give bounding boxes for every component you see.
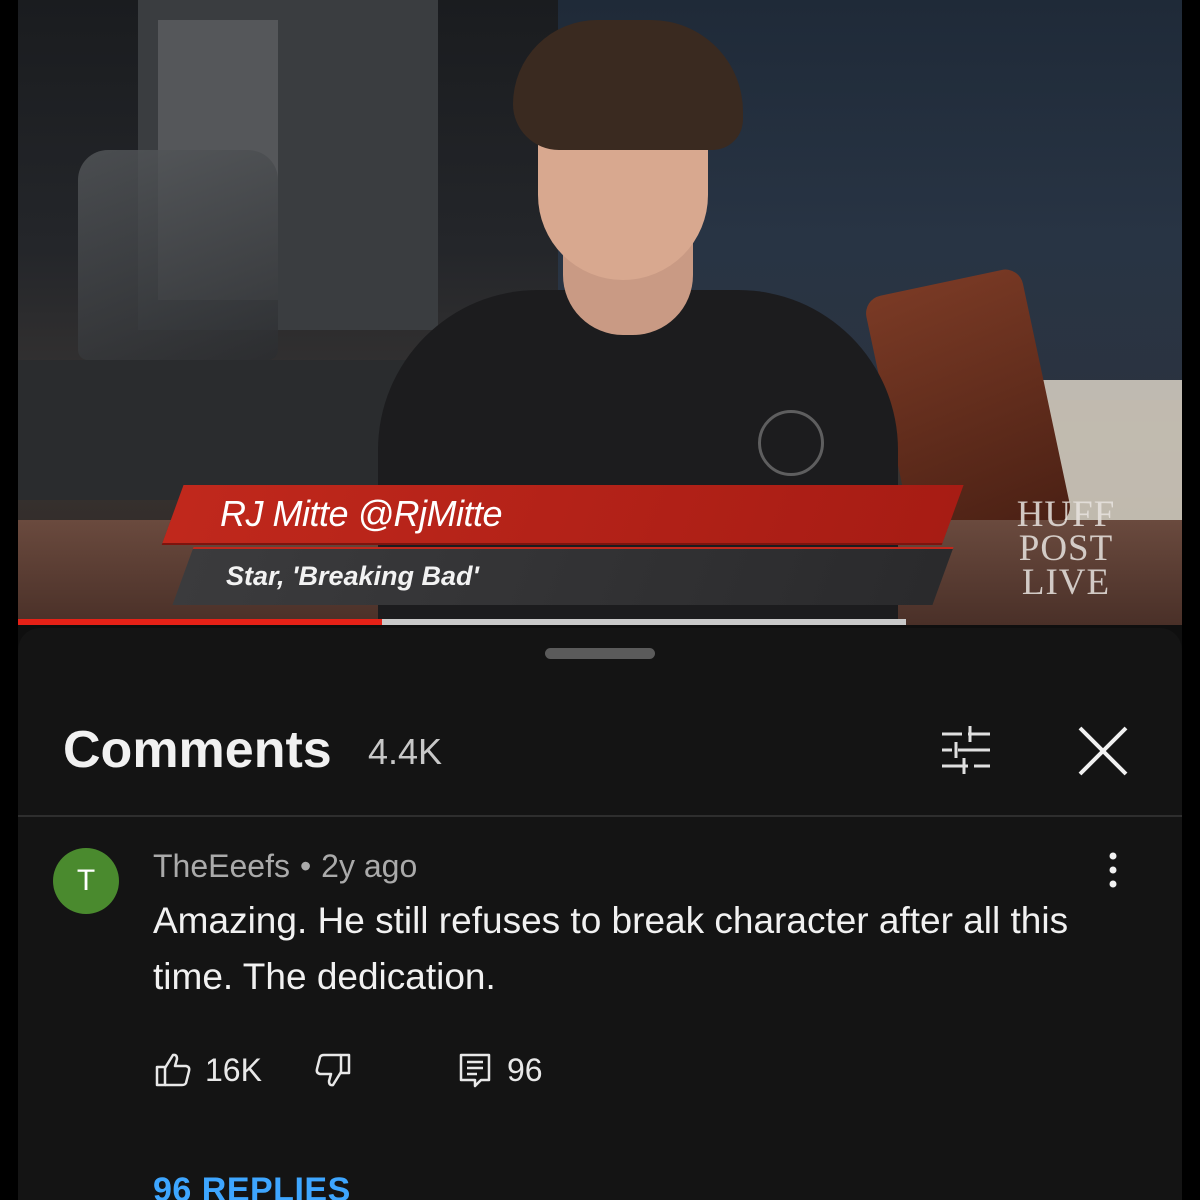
comment-meta: TheEeefs • 2y ago bbox=[153, 846, 417, 886]
thumbs-up-icon bbox=[155, 1053, 191, 1087]
comments-panel: Comments 4.4K T TheEeefs • 2y ago Amazin… bbox=[18, 628, 1182, 1200]
filter-sliders-icon[interactable] bbox=[936, 720, 996, 780]
view-replies-link[interactable]: 96 REPLIES bbox=[153, 1168, 351, 1200]
like-button[interactable]: 16K bbox=[153, 1048, 262, 1092]
video-progress-bar[interactable] bbox=[18, 619, 906, 625]
close-icon[interactable] bbox=[1068, 716, 1138, 786]
video-player[interactable]: RJ Mitte @RjMitte Star, 'Breaking Bad' H… bbox=[18, 0, 1182, 625]
background-office-chair bbox=[78, 150, 278, 360]
lower-third-subtitle: Star, 'Breaking Bad' bbox=[226, 561, 479, 591]
comment-author[interactable]: TheEeefs bbox=[153, 848, 290, 884]
reply-count: 96 bbox=[507, 1051, 543, 1088]
shirt-logo bbox=[758, 410, 824, 476]
network-logo: HUFF POST LIVE bbox=[1006, 494, 1126, 603]
avatar[interactable]: T bbox=[53, 848, 119, 914]
comments-count: 4.4K bbox=[368, 731, 443, 772]
reply-comment-icon bbox=[459, 1053, 491, 1088]
thumbs-down-icon bbox=[315, 1053, 351, 1087]
more-options-icon[interactable] bbox=[1098, 850, 1128, 890]
dislike-button[interactable] bbox=[313, 1048, 353, 1092]
app-frame: RJ Mitte @RjMitte Star, 'Breaking Bad' H… bbox=[18, 0, 1182, 1200]
network-logo-line: POST bbox=[1018, 528, 1114, 569]
reply-button[interactable]: 96 bbox=[455, 1048, 543, 1092]
video-progress-fill bbox=[18, 619, 383, 625]
meta-separator: • bbox=[299, 848, 312, 884]
lower-third-name: RJ Mitte @RjMitte bbox=[220, 493, 503, 534]
network-logo-line: HUFF bbox=[1016, 494, 1116, 535]
header-divider bbox=[18, 815, 1182, 817]
network-logo-line: LIVE bbox=[1021, 562, 1111, 603]
comments-title: Comments bbox=[63, 721, 332, 779]
drag-handle[interactable] bbox=[545, 648, 655, 659]
person-hair bbox=[513, 20, 743, 150]
comment-text: Amazing. He still refuses to break chara… bbox=[153, 900, 1069, 997]
like-count: 16K bbox=[205, 1051, 262, 1088]
comment-time: 2y ago bbox=[321, 848, 418, 884]
